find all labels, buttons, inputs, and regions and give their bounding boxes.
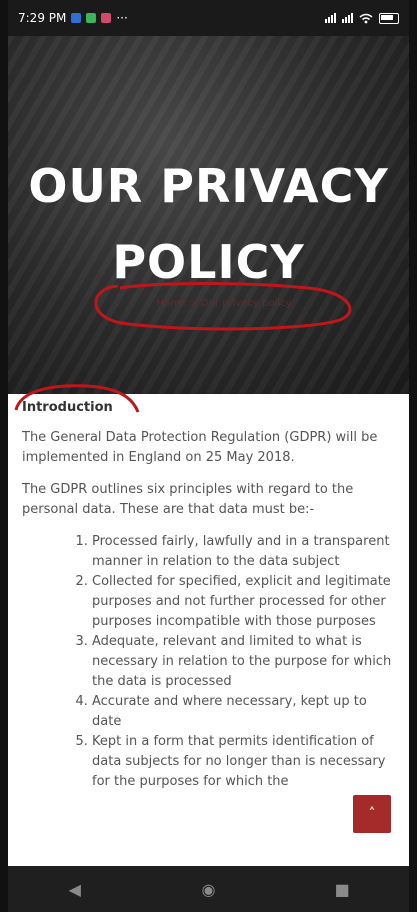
notification-mail-icon xyxy=(101,13,112,23)
page-title-line-2: POLICY xyxy=(112,235,305,289)
android-nav-bar: ◀ ◉ ■ xyxy=(8,866,409,912)
scroll-to-top-button[interactable]: ˄ xyxy=(353,795,391,833)
phone-screen: 7:29 PM ··· OUR PRIVACY POLICY Home > Ou… xyxy=(8,0,409,912)
signal-icon xyxy=(325,13,336,23)
list-item: Accurate and where necessary, kept up to… xyxy=(92,692,395,732)
list-item: Collected for specified, explicit and le… xyxy=(92,572,395,632)
status-more-dots: ··· xyxy=(116,11,128,25)
intro-paragraph: The General Data Protection Regulation (… xyxy=(22,430,378,465)
home-button[interactable]: ◉ xyxy=(188,869,228,909)
breadcrumb[interactable]: Home > Our privacy policy xyxy=(104,298,344,309)
policy-content: Introduction The General Data Protection… xyxy=(8,394,409,866)
list-item: Processed fairly, lawfully and in a tran… xyxy=(92,532,395,572)
status-right xyxy=(325,12,399,24)
battery-icon xyxy=(379,12,399,24)
notification-app-icon xyxy=(71,13,82,23)
hero-banner: OUR PRIVACY POLICY Home > Our privacy po… xyxy=(8,36,409,394)
section-heading: Introduction xyxy=(22,400,113,415)
back-triangle-icon: ◀ xyxy=(68,879,81,899)
back-button[interactable]: ◀ xyxy=(55,869,95,909)
signal-2-icon xyxy=(342,13,353,23)
list-item: Kept in a form that permits identificati… xyxy=(92,732,395,792)
page-title-line-1: OUR PRIVACY xyxy=(28,159,389,213)
page-title: OUR PRIVACY POLICY xyxy=(8,148,409,300)
wifi-icon xyxy=(359,13,373,23)
principles-paragraph: The GDPR outlines six principles with re… xyxy=(22,482,354,517)
home-circle-icon: ◉ xyxy=(201,879,216,899)
chevron-up-icon: ˄ xyxy=(368,806,376,822)
recents-button[interactable]: ■ xyxy=(322,869,362,909)
status-bar: 7:29 PM ··· xyxy=(8,0,409,36)
notification-message-icon xyxy=(86,13,97,23)
status-time: 7:29 PM xyxy=(18,11,67,25)
principles-list: Processed fairly, lawfully and in a tran… xyxy=(22,532,395,792)
list-item: Adequate, relevant and limited to what i… xyxy=(92,632,395,692)
recents-square-icon: ■ xyxy=(334,879,350,899)
status-left: 7:29 PM ··· xyxy=(18,11,128,25)
